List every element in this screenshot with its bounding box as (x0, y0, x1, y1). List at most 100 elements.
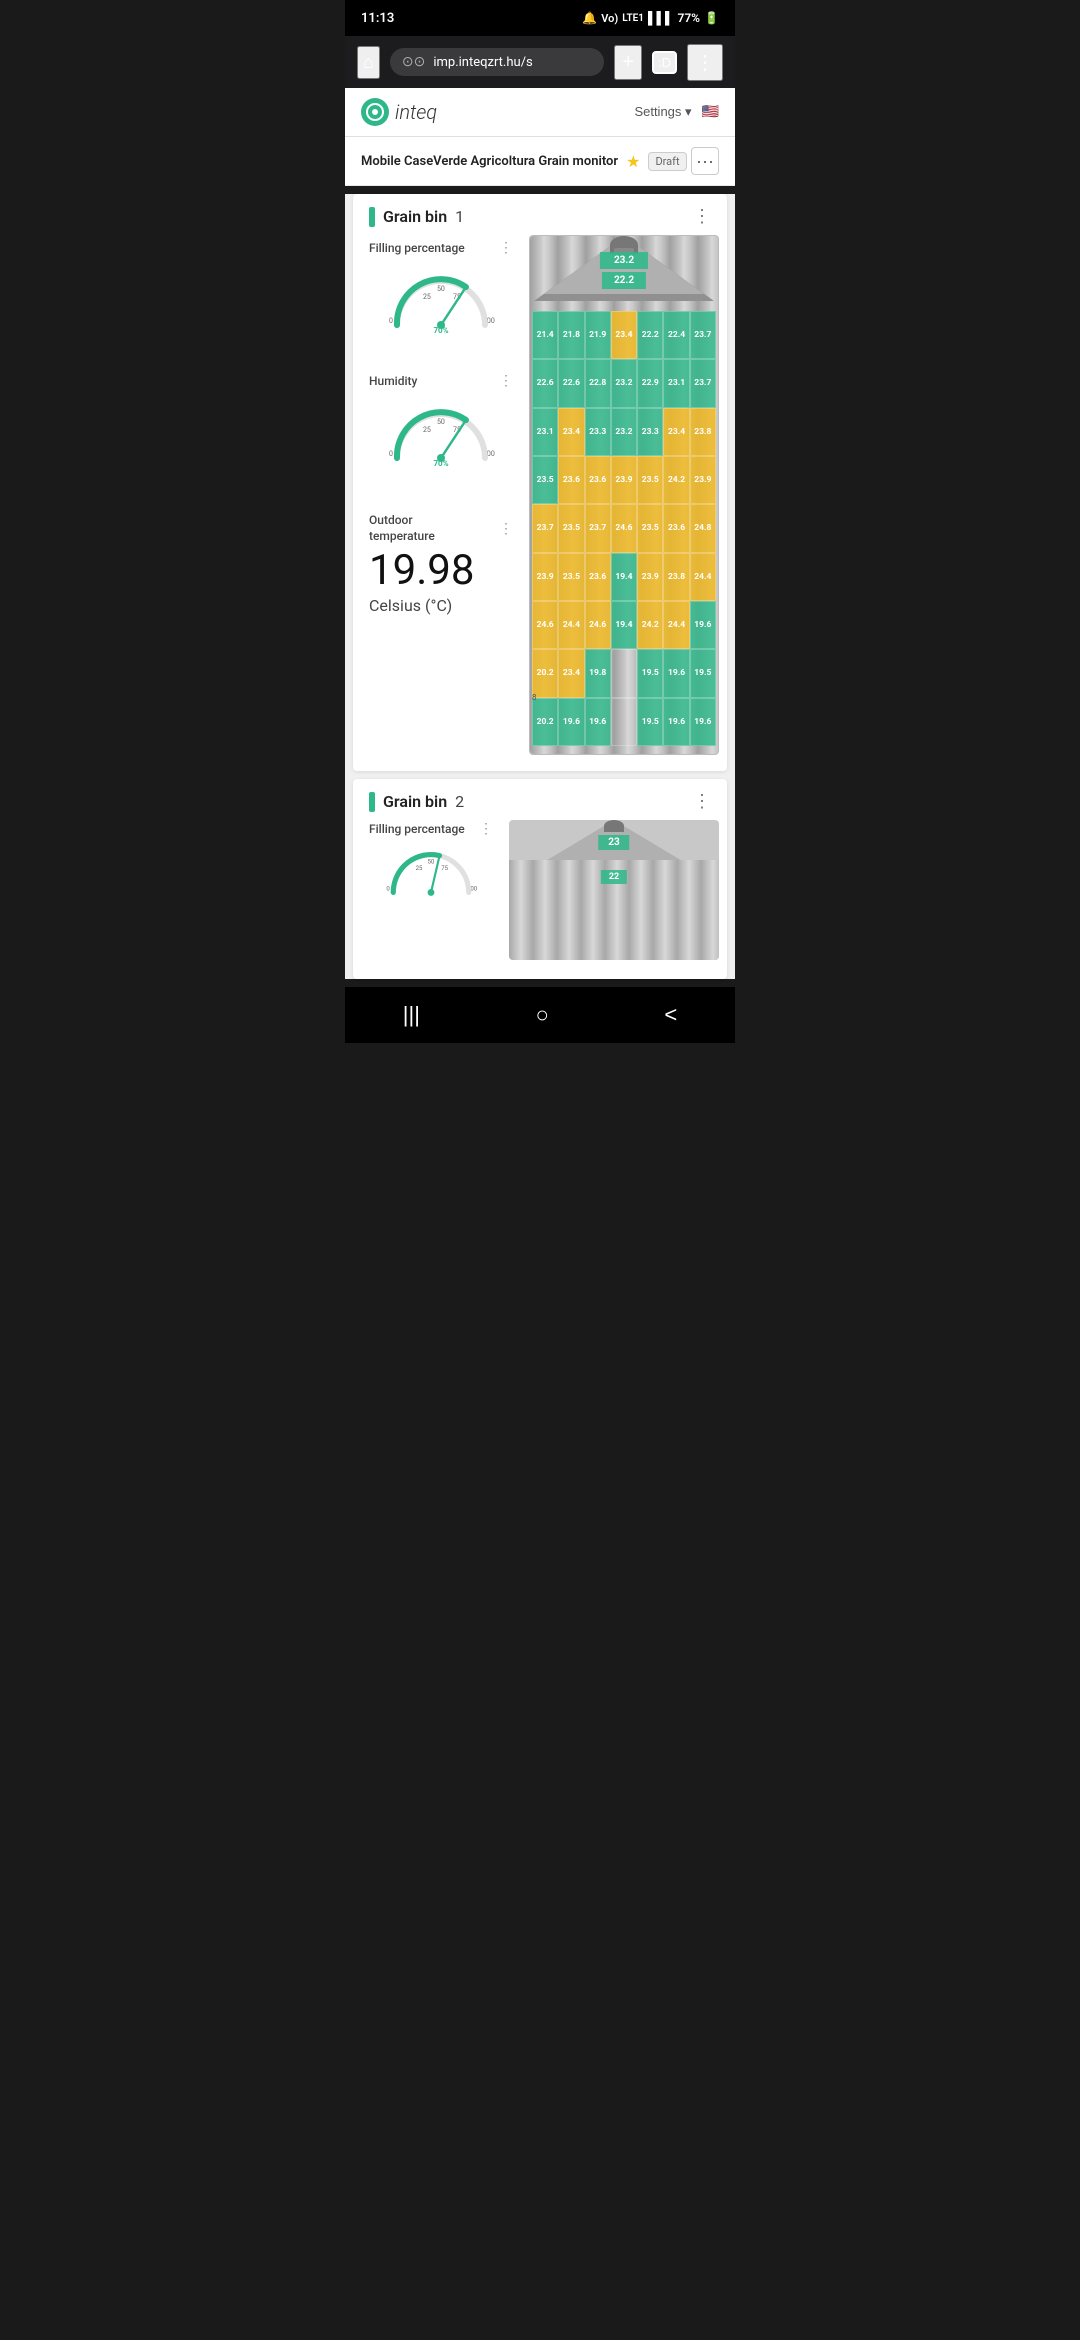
card-2-menu-button[interactable]: ⋮ (693, 791, 711, 812)
browser-url-bar[interactable]: ⊙⊙ imp.inteqzrt.hu/s (390, 48, 604, 76)
top-value-1: 23.2 (600, 252, 648, 269)
temp-cell-4-3: 24.6 (611, 504, 637, 552)
temp-cell-6-5: 24.4 (663, 601, 689, 649)
status-bar: 11:13 🔔 Vo) LTE1 ▌▌▌ 77% 🔋 (345, 0, 735, 36)
temp-cell-4-2: 23.7 (585, 504, 611, 552)
favorite-star-icon[interactable]: ★ (626, 152, 640, 171)
svg-text:25: 25 (423, 293, 431, 301)
page-title: Mobile CaseVerde Agricoltura Grain monit… (361, 154, 618, 169)
temp-cell-8-6: 19.6 (690, 698, 716, 746)
top-value-2: 22.2 (602, 272, 646, 289)
signal-bars: ▌▌▌ (648, 11, 674, 25)
temp-row-4: 23.723.523.724.623.523.624.8 (532, 504, 716, 552)
card-2-filling-label: Filling percentage (369, 822, 465, 836)
svg-text:0: 0 (389, 450, 393, 458)
humidity-menu-button[interactable]: ⋮ (499, 372, 513, 389)
temp-cell-4-1: 23.5 (558, 504, 584, 552)
filling-percentage-menu-button[interactable]: ⋮ (499, 239, 513, 256)
card-2-filling-label-row: Filling percentage ⋮ (369, 820, 493, 837)
card-2-title: Grain bin (383, 792, 447, 811)
temp-cell-2-6: 23.8 (690, 408, 716, 456)
temp-cell-5-0: 23.9 (532, 553, 558, 601)
temp-cell-4-4: 23.5 (637, 504, 663, 552)
temp-cell-7-4: 19.5 (637, 649, 663, 697)
temp-cell-7-2: 19.8 (585, 649, 611, 697)
battery-level: 77% (677, 11, 700, 25)
logo-text: inteq (395, 100, 437, 124)
temp-cell-1-1: 22.6 (558, 359, 584, 407)
page-more-button[interactable]: ··· (691, 147, 719, 175)
temp-cell-8-1: 19.6 (558, 698, 584, 746)
app-header: inteq Settings ▾ 🇺🇸 (345, 88, 735, 137)
temp-cell-3-6: 23.9 (690, 456, 716, 504)
card-1-menu-button[interactable]: ⋮ (693, 206, 711, 227)
filling-percentage-label: Filling percentage (369, 241, 465, 255)
temp-row-8: 20.219.619.619.519.619.6 (532, 698, 716, 746)
svg-text:0: 0 (389, 317, 393, 325)
card-2-gauge: 0 25 50 75 100 (369, 841, 493, 901)
humidity-gauge-svg: 0 25 50 75 100 70% (381, 398, 501, 468)
card-2-filling-menu-button[interactable]: ⋮ (479, 820, 493, 837)
temp-cell-7-3 (611, 649, 637, 697)
temp-cell-6-0: 24.6 (532, 601, 558, 649)
grain-bin-card-1: Grain bin 1 ⋮ Filling percentage ⋮ 0 (353, 194, 727, 771)
temp-cell-8-0: 20.2 (532, 698, 558, 746)
header-right: Settings ▾ 🇺🇸 (634, 104, 719, 120)
card-1-header: Grain bin 1 ⋮ (353, 194, 727, 235)
temp-cell-5-4: 23.9 (637, 553, 663, 601)
card-2-number: 2 (455, 792, 464, 811)
battery-icon: 🔋 (704, 11, 719, 25)
outdoor-temp-unit: Celsius (°C) (369, 596, 513, 615)
navigation-bar: ||| ○ < (345, 987, 735, 1043)
svg-text:25: 25 (416, 865, 423, 872)
temp-cell-8-2: 19.6 (585, 698, 611, 746)
temp-cell-8-5: 19.6 (663, 698, 689, 746)
outdoor-temp-label-row: Outdoortemperature ⋮ (369, 513, 513, 544)
outdoor-temp-menu-button[interactable]: ⋮ (499, 520, 513, 537)
temp-cell-5-2: 23.6 (585, 553, 611, 601)
filling-percentage-label-row: Filling percentage ⋮ (369, 239, 513, 256)
temp-cell-8-4: 19.5 (637, 698, 663, 746)
svg-text:50: 50 (437, 418, 445, 426)
nav-home-button[interactable]: ○ (516, 998, 569, 1032)
temp-cell-0-2: 21.9 (585, 311, 611, 359)
wifi-signal: Vo) (601, 12, 618, 25)
filling-gauge-svg: 0 25 50 75 100 (381, 265, 501, 335)
outdoor-temp-label: Outdoortemperature (369, 513, 435, 544)
browser-add-tab-button[interactable]: + (614, 45, 642, 80)
grain-bin-card-2: Grain bin 2 ⋮ Filling percentage ⋮ 0 25 … (353, 779, 727, 979)
temp-row-1: 22.622.622.823.222.923.123.7 (532, 359, 716, 407)
nav-back-button[interactable]: < (644, 998, 697, 1032)
url-bar-icon: ⊙⊙ (402, 54, 425, 70)
outdoor-temp-value: 19.98 (369, 548, 513, 594)
temp-cell-0-1: 21.8 (558, 311, 584, 359)
humidity-gauge: 0 25 50 75 100 70% (369, 393, 513, 473)
settings-button[interactable]: Settings ▾ (634, 104, 691, 120)
temp-row-6: 24.624.424.619.424.224.419.6 (532, 601, 716, 649)
nav-menu-button[interactable]: ||| (383, 998, 440, 1032)
silo-2-preview: 23 22 (509, 820, 719, 960)
temp-cell-3-2: 23.6 (585, 456, 611, 504)
temp-cell-2-2: 23.3 (585, 408, 611, 456)
temp-cell-0-3: 23.4 (611, 311, 637, 359)
page-title-left: Mobile CaseVerde Agricoltura Grain monit… (361, 152, 687, 171)
temp-cell-1-0: 22.6 (532, 359, 558, 407)
humidity-label: Humidity (369, 374, 417, 388)
temp-cell-4-0: 23.7 (532, 504, 558, 552)
temp-cell-2-5: 23.4 (663, 408, 689, 456)
browser-url-text: imp.inteqzrt.hu/s (433, 55, 532, 70)
temp-row-5: 23.923.523.619.423.923.824.4 (532, 553, 716, 601)
temp-cell-2-1: 23.4 (558, 408, 584, 456)
card-1-title: Grain bin (383, 207, 447, 226)
metrics-panel: Filling percentage ⋮ 0 25 50 75 100 (361, 235, 521, 755)
card-1-number: 1 (455, 207, 464, 226)
temp-cell-0-5: 22.4 (663, 311, 689, 359)
svg-text:25: 25 (423, 426, 431, 434)
temp-cell-2-4: 23.3 (637, 408, 663, 456)
browser-home-button[interactable]: ⌂ (357, 46, 380, 79)
temp-cell-1-2: 22.8 (585, 359, 611, 407)
browser-tabs-button[interactable]: :D (652, 51, 677, 74)
card-2-gauge-svg: 0 25 50 75 100 (376, 841, 486, 901)
browser-more-button[interactable]: ⋮ (687, 44, 723, 81)
temp-cell-1-5: 23.1 (663, 359, 689, 407)
